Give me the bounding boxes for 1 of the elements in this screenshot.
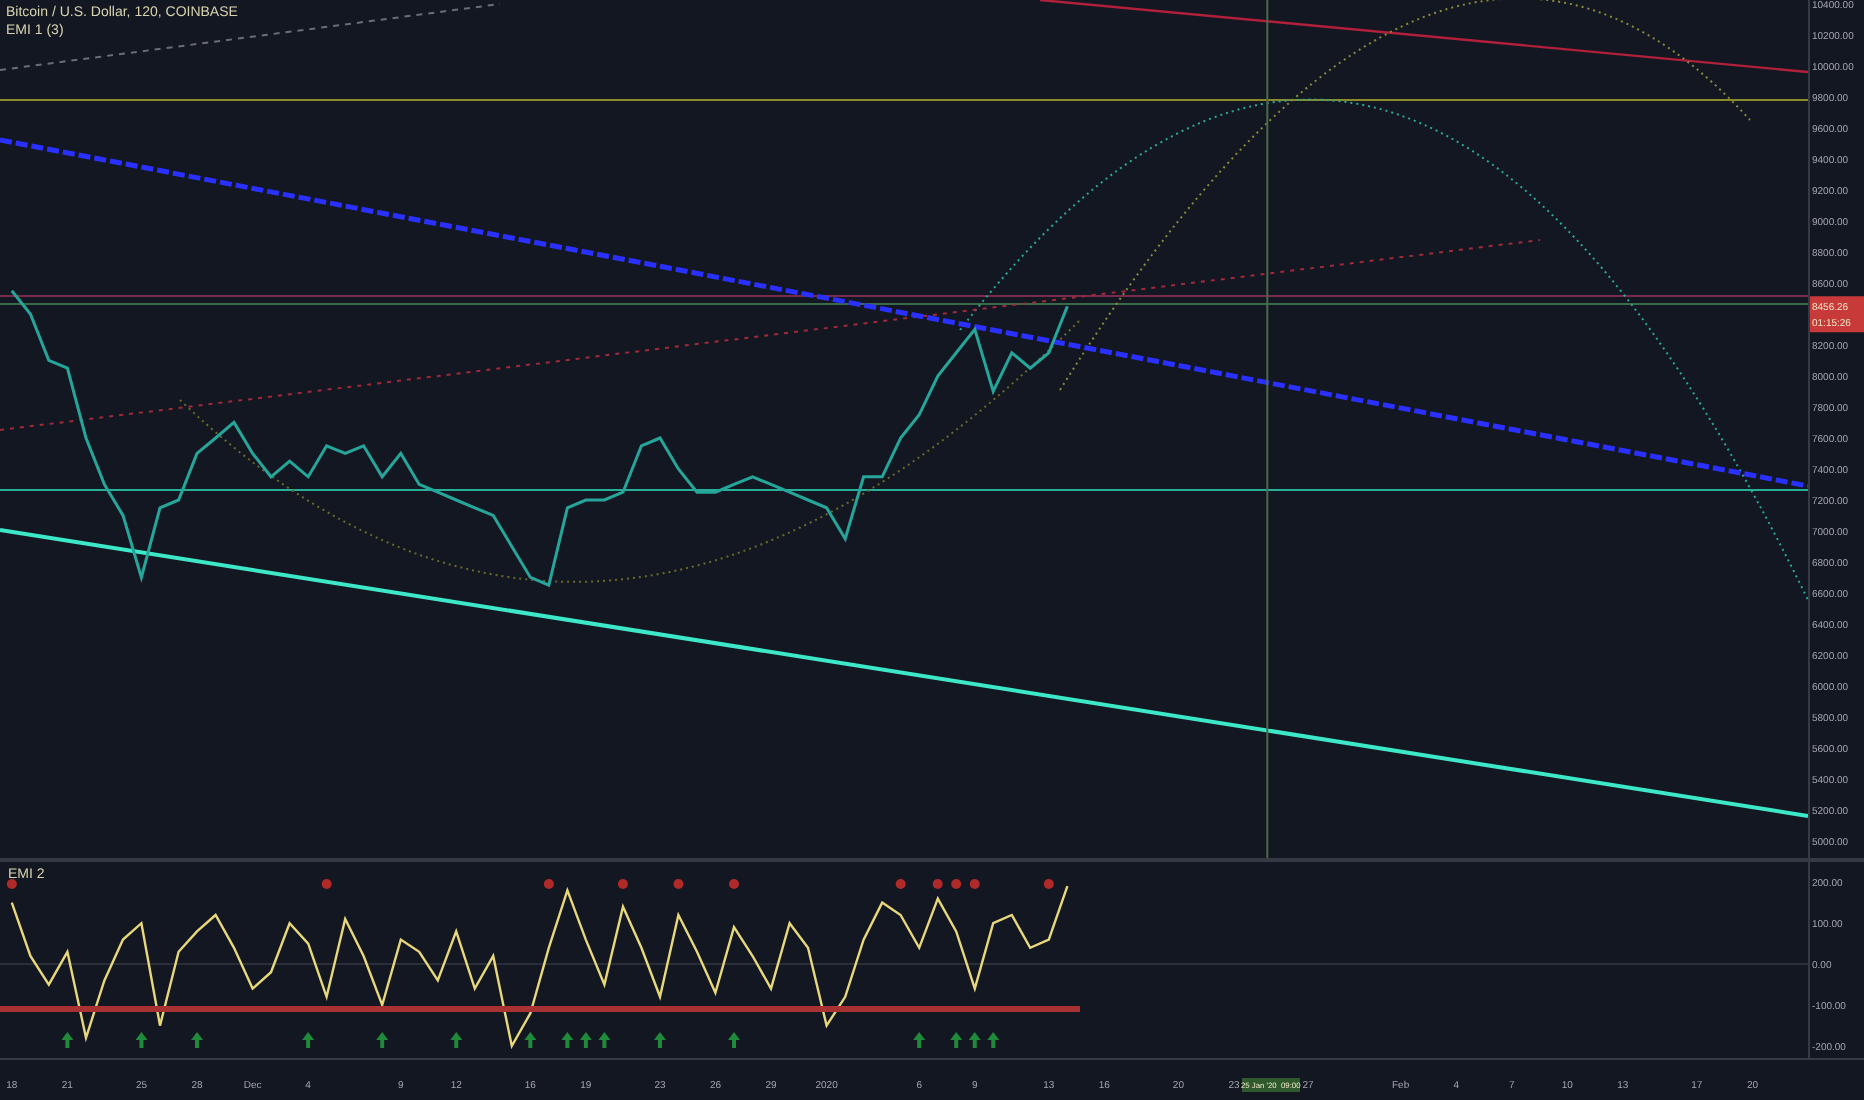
price-label xyxy=(1810,296,1864,333)
